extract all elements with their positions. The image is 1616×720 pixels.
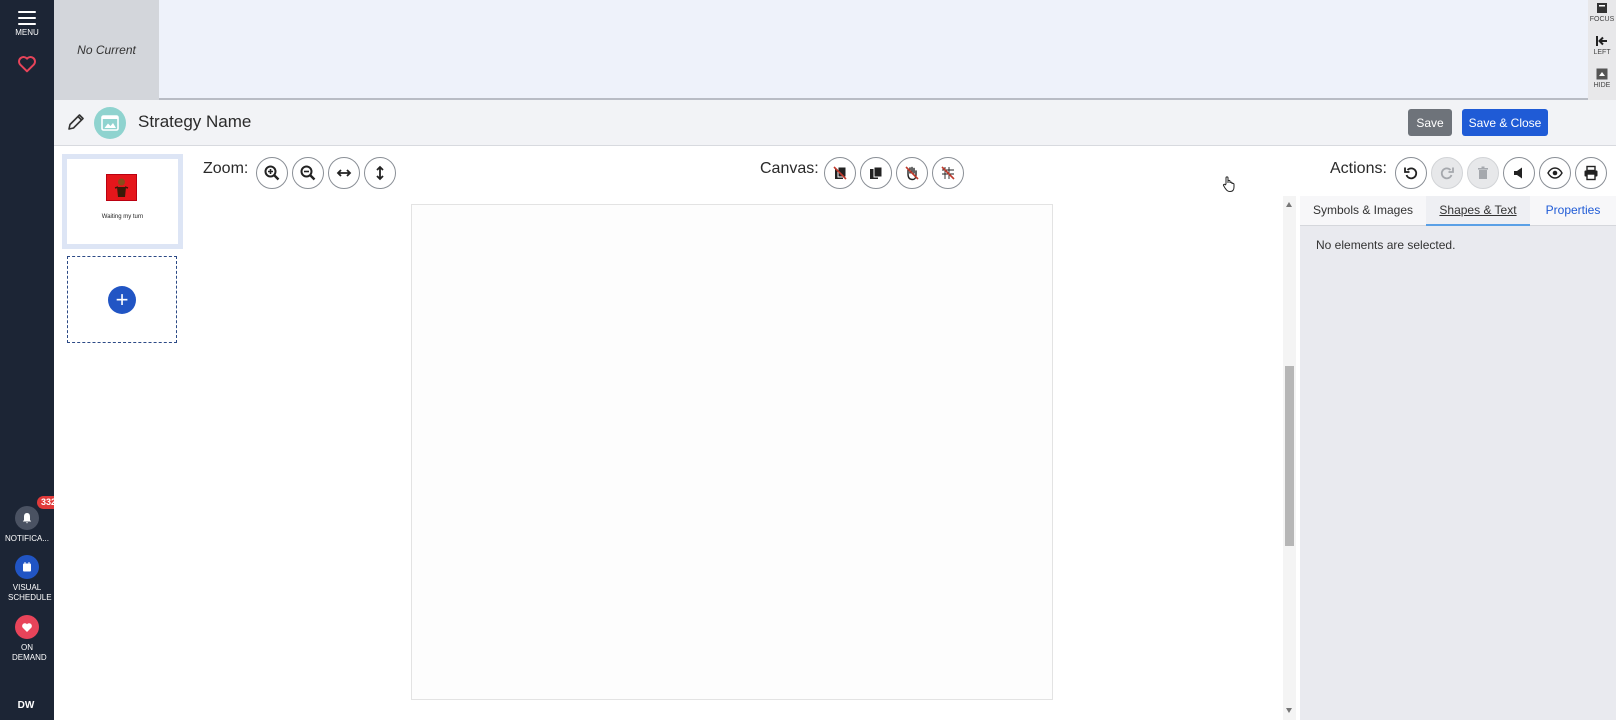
actions-label: Actions:: [1330, 160, 1387, 177]
tab-shapes-text[interactable]: Shapes & Text: [1426, 196, 1530, 226]
hand-cursor-icon: [1222, 176, 1235, 193]
save-button[interactable]: Save: [1408, 109, 1452, 136]
heart-icon: [18, 56, 36, 73]
zoom-in-icon: [264, 165, 280, 181]
properties-panel: Symbols & Images Shapes & Text Propertie…: [1300, 196, 1616, 720]
fit-width-button[interactable]: [328, 157, 360, 189]
no-selection-message: No elements are selected.: [1316, 238, 1456, 252]
scroll-down-arrow[interactable]: [1286, 708, 1292, 713]
on-demand-heart-icon: [15, 615, 39, 639]
save-and-close-button[interactable]: Save & Close: [1462, 109, 1548, 136]
left-label: LEFT: [1593, 49, 1611, 56]
zoom-out-button[interactable]: [292, 157, 324, 189]
canvas-scrollbar[interactable]: [1283, 196, 1296, 720]
undo-button[interactable]: [1395, 157, 1427, 189]
zoom-label: Zoom:: [203, 160, 249, 177]
hide-label: HIDE: [1593, 82, 1611, 89]
hamburger-icon: [18, 11, 36, 25]
clear-canvas-button[interactable]: [824, 157, 856, 189]
grid-off-icon: [941, 166, 955, 180]
zoom-out-icon: [300, 165, 316, 181]
paste-button[interactable]: [860, 157, 892, 189]
user-avatar[interactable]: DW: [12, 697, 40, 715]
panel-tabs: Symbols & Images Shapes & Text Propertie…: [1300, 196, 1616, 226]
copy-off-icon: [833, 166, 847, 180]
on-demand-button[interactable]: ON DEMAND: [0, 615, 54, 663]
strategy-image-icon: [94, 107, 126, 139]
delete-button[interactable]: [1467, 157, 1499, 189]
menu-button[interactable]: MENU: [0, 11, 54, 38]
grid-toggle-button[interactable]: [932, 157, 964, 189]
horizontal-arrows-icon: [336, 169, 352, 177]
waiting-symbol-image: [106, 174, 137, 201]
eye-icon: [1547, 167, 1563, 179]
redo-icon: [1440, 167, 1454, 180]
tab-properties[interactable]: Properties: [1530, 196, 1616, 226]
hide-up-icon: [1596, 68, 1608, 80]
calendar-icon: [15, 555, 39, 579]
add-page-button[interactable]: +: [67, 256, 177, 343]
notifications-label: NOTIFICA...: [5, 534, 49, 543]
tab-symbols-images[interactable]: Symbols & Images: [1300, 196, 1426, 226]
editor-header: Strategy Name Save Save & Close: [54, 100, 1616, 146]
bell-icon: 332: [15, 496, 61, 530]
print-button[interactable]: [1575, 157, 1607, 189]
page-thumbnail[interactable]: Waiting my turn: [62, 154, 183, 249]
canvas-label: Canvas:: [760, 160, 819, 177]
hide-button[interactable]: HIDE: [1588, 68, 1616, 90]
left-button[interactable]: LEFT: [1588, 35, 1616, 57]
strategy-name-title[interactable]: Strategy Name: [138, 112, 251, 132]
drawing-canvas[interactable]: [411, 204, 1053, 700]
visual-schedule-label: VISUAL SCHEDULE: [8, 583, 52, 602]
plus-icon: +: [108, 285, 136, 314]
focus-icon: [1597, 3, 1607, 13]
trash-icon: [1478, 166, 1488, 179]
current-strategy-banner: No Current: [54, 0, 1590, 100]
page-caption: Waiting my turn: [101, 214, 144, 220]
arrow-left-bar-icon: [1596, 36, 1607, 46]
visual-schedule-button[interactable]: VISUAL SCHEDULE: [0, 555, 54, 603]
scroll-thumb[interactable]: [1285, 366, 1294, 546]
pages-panel: Waiting my turn +: [54, 146, 190, 720]
scroll-up-arrow[interactable]: [1286, 202, 1292, 207]
view-tools: FOCUS LEFT HIDE: [1588, 0, 1616, 100]
pan-toggle-button[interactable]: [896, 157, 928, 189]
zoom-in-button[interactable]: [256, 157, 288, 189]
preview-button[interactable]: [1539, 157, 1571, 189]
on-demand-label: ON DEMAND: [12, 643, 47, 662]
canvas-area: [190, 196, 1259, 720]
page-thumbnail-content: Waiting my turn: [67, 159, 178, 244]
no-current-text: No Current: [77, 43, 136, 57]
redo-button[interactable]: [1431, 157, 1463, 189]
no-current-box: No Current: [54, 0, 159, 100]
printer-icon: [1584, 165, 1598, 181]
undo-icon: [1404, 167, 1418, 180]
focus-button[interactable]: FOCUS: [1588, 2, 1616, 24]
fit-height-button[interactable]: [364, 157, 396, 189]
menu-label: MENU: [15, 28, 39, 37]
copy-icon: [870, 166, 883, 179]
favorites-button[interactable]: [0, 55, 54, 73]
pencil-icon[interactable]: [66, 112, 86, 132]
left-navigation: MENU 332 NOTIFICA... VISUAL SCHEDULE ON …: [0, 0, 61, 720]
audio-button[interactable]: [1503, 157, 1535, 189]
hand-off-icon: [905, 166, 919, 181]
focus-label: FOCUS: [1589, 16, 1615, 23]
speaker-icon: [1514, 167, 1522, 179]
notifications-button[interactable]: 332 NOTIFICA...: [0, 496, 61, 544]
vertical-arrows-icon: [376, 165, 384, 181]
